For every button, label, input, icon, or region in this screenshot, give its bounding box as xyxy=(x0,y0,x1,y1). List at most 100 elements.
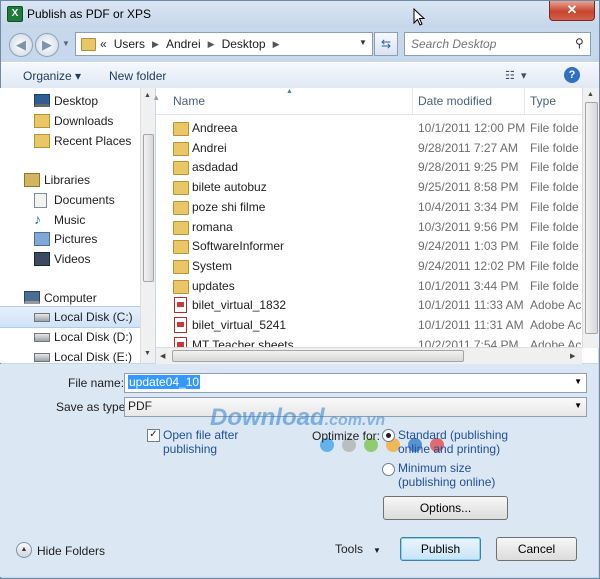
file-list-scroll-thumb[interactable] xyxy=(585,102,598,334)
videos-icon xyxy=(34,252,50,266)
column-type[interactable]: Type xyxy=(530,94,556,108)
new-folder-button[interactable]: New folder xyxy=(109,69,166,83)
file-list-horizontal-scrollbar[interactable]: ◀ ▶ xyxy=(156,347,582,364)
table-row[interactable]: bilet_virtual_5241 10/1/2011 11:31 AM Adob… xyxy=(156,315,598,335)
open-file-label[interactable]: Open file after publishing xyxy=(163,428,238,456)
nav-item-documents[interactable]: Documents xyxy=(0,190,144,210)
address-dropdown-icon[interactable]: ▼ xyxy=(359,38,367,47)
scroll-up-icon[interactable]: ▲ xyxy=(587,91,594,98)
nav-scrollbar[interactable]: ▲ ▼ xyxy=(140,88,155,363)
nav-item-local-disk-c[interactable]: Local Disk (C:) xyxy=(0,306,144,328)
documents-icon xyxy=(34,193,47,208)
file-date-modified: 9/25/2011 8:58 PM xyxy=(418,180,519,195)
breadcrumb-desktop[interactable]: Desktop xyxy=(222,37,266,51)
file-name: SoftwareInformer xyxy=(192,239,285,254)
nav-item-downloads[interactable]: Downloads xyxy=(0,111,144,131)
table-row[interactable]: bilete autobuz 9/25/2011 8:58 PM File fold… xyxy=(156,177,598,197)
nav-item-music[interactable]: ♪ Music xyxy=(0,210,144,230)
breadcrumb-andrei[interactable]: Andrei xyxy=(166,37,201,51)
column-header-row: ▲ Name Date modified Type xyxy=(156,88,598,115)
nav-item-videos[interactable]: Videos xyxy=(0,249,144,269)
table-row[interactable]: poze shi filme 10/4/2011 3:34 PM File fold… xyxy=(156,197,598,217)
table-row[interactable]: bilet_virtual_1832 10/1/2011 11:33 AM Adob… xyxy=(156,295,598,315)
file-name-field[interactable]: update04_10 ▼ xyxy=(124,373,587,393)
options-button[interactable]: Options... xyxy=(383,496,508,520)
forward-button[interactable]: ▶ xyxy=(35,33,59,57)
chevron-right-icon[interactable]: ▶ xyxy=(152,37,159,51)
nav-label: Videos xyxy=(54,252,91,266)
back-button[interactable]: ◀ xyxy=(9,33,33,57)
nav-label: Pictures xyxy=(54,232,98,246)
table-row[interactable]: romana 10/3/2011 9:56 PM File folde xyxy=(156,217,598,237)
column-date-modified[interactable]: Date modified xyxy=(418,94,492,108)
nav-label: Computer xyxy=(44,291,97,305)
folder-icon xyxy=(173,200,189,215)
nav-item-local-disk-e[interactable]: Local Disk (E:) xyxy=(0,347,144,363)
chevron-right-icon[interactable]: ▶ xyxy=(208,37,215,51)
hide-folders-icon[interactable]: ▲ xyxy=(16,542,32,558)
nav-item-libraries[interactable]: Libraries xyxy=(0,170,144,190)
table-row[interactable]: SoftwareInformer 9/24/2011 1:03 PM File fo… xyxy=(156,236,598,256)
nav-item-pictures[interactable]: Pictures xyxy=(0,229,144,249)
folder-icon xyxy=(173,240,189,255)
history-dropdown-icon[interactable]: ▼ xyxy=(62,39,70,48)
table-row[interactable]: Andrei 9/28/2011 7:27 AM File folde xyxy=(156,138,598,158)
scroll-down-icon[interactable]: ▼ xyxy=(144,350,151,357)
breadcrumb-overflow[interactable]: « xyxy=(100,37,107,51)
scroll-up-icon[interactable]: ▲ xyxy=(144,92,151,99)
horizontal-scroll-thumb[interactable] xyxy=(172,350,464,362)
minimum-size-radio[interactable] xyxy=(382,463,395,476)
tools-button[interactable]: Tools ▼ xyxy=(335,542,381,556)
nav-label: Libraries xyxy=(44,173,91,187)
help-icon[interactable]: ? xyxy=(564,67,580,83)
open-file-line2: publishing xyxy=(163,442,218,456)
table-row[interactable]: updates 10/1/2011 3:44 PM File folde xyxy=(156,276,598,296)
breadcrumb-users[interactable]: Users xyxy=(114,37,145,51)
pane-splitter-icon[interactable]: ▴ xyxy=(154,92,159,103)
folder-icon xyxy=(173,141,189,156)
search-input[interactable] xyxy=(409,35,573,53)
search-icon[interactable]: ⚲ xyxy=(575,36,584,50)
search-box[interactable]: ⚲ xyxy=(404,32,591,56)
organize-button[interactable]: Organize ▾ xyxy=(23,69,81,83)
table-row[interactable]: System 9/24/2011 12:02 PM File folde xyxy=(156,256,598,276)
cancel-button[interactable]: Cancel xyxy=(496,537,577,561)
chevron-right-icon[interactable]: ▶ xyxy=(273,37,280,51)
standard-option-label[interactable]: Standard (publishing online and printing) xyxy=(398,428,508,456)
column-separator[interactable] xyxy=(412,88,413,114)
refresh-button[interactable]: ⇆ xyxy=(374,32,398,56)
disk-icon xyxy=(34,313,50,322)
save-as-type-label: Save as type: xyxy=(56,400,129,414)
file-name-dropdown-icon[interactable]: ▼ xyxy=(574,377,582,386)
table-row[interactable]: Andreea 10/1/2011 12:00 PM File folde xyxy=(156,118,598,138)
save-as-type-dropdown-icon[interactable]: ▼ xyxy=(574,401,582,410)
minimum-size-option-label[interactable]: Minimum size (publishing online) xyxy=(398,461,495,489)
nav-item-desktop[interactable]: Desktop xyxy=(0,91,144,111)
change-view-icon[interactable]: ☷ ▾ xyxy=(505,69,527,82)
file-date-modified: 10/4/2011 3:34 PM xyxy=(418,199,519,214)
nav-item-recent-places[interactable]: Recent Places xyxy=(0,131,144,151)
column-name[interactable]: Name xyxy=(173,94,205,108)
scroll-right-icon[interactable]: ▶ xyxy=(570,352,575,360)
standard-radio[interactable] xyxy=(382,429,395,442)
publish-button[interactable]: Publish xyxy=(400,537,481,561)
hide-folders-button[interactable]: Hide Folders xyxy=(37,544,105,558)
file-list-vertical-scrollbar[interactable]: ▲ xyxy=(582,88,599,348)
open-file-checkbox[interactable]: ✓ xyxy=(147,429,160,442)
nav-item-local-disk-d[interactable]: Local Disk (D:) xyxy=(0,327,144,347)
scroll-left-icon[interactable]: ◀ xyxy=(160,352,165,360)
nav-label: Downloads xyxy=(54,114,114,128)
file-name-value[interactable]: update04_10 xyxy=(128,375,201,389)
file-name: Andreea xyxy=(192,121,238,135)
file-type: File folde xyxy=(530,140,579,155)
close-button[interactable]: ✕ xyxy=(549,1,595,21)
nav-item-computer[interactable]: Computer xyxy=(0,288,144,308)
table-row[interactable]: asdadad 9/28/2011 9:25 PM File folde xyxy=(156,157,598,177)
address-bar[interactable]: « Users ▶ Andrei ▶ Desktop ▶ ▼ xyxy=(75,32,373,56)
watermark-main: Download xyxy=(210,404,325,431)
file-type: File folde xyxy=(530,219,579,234)
pdf-file-icon xyxy=(174,317,187,333)
optimize-for-label: Optimize for: xyxy=(312,429,381,443)
nav-scroll-thumb[interactable] xyxy=(143,134,154,282)
column-separator[interactable] xyxy=(524,88,525,114)
